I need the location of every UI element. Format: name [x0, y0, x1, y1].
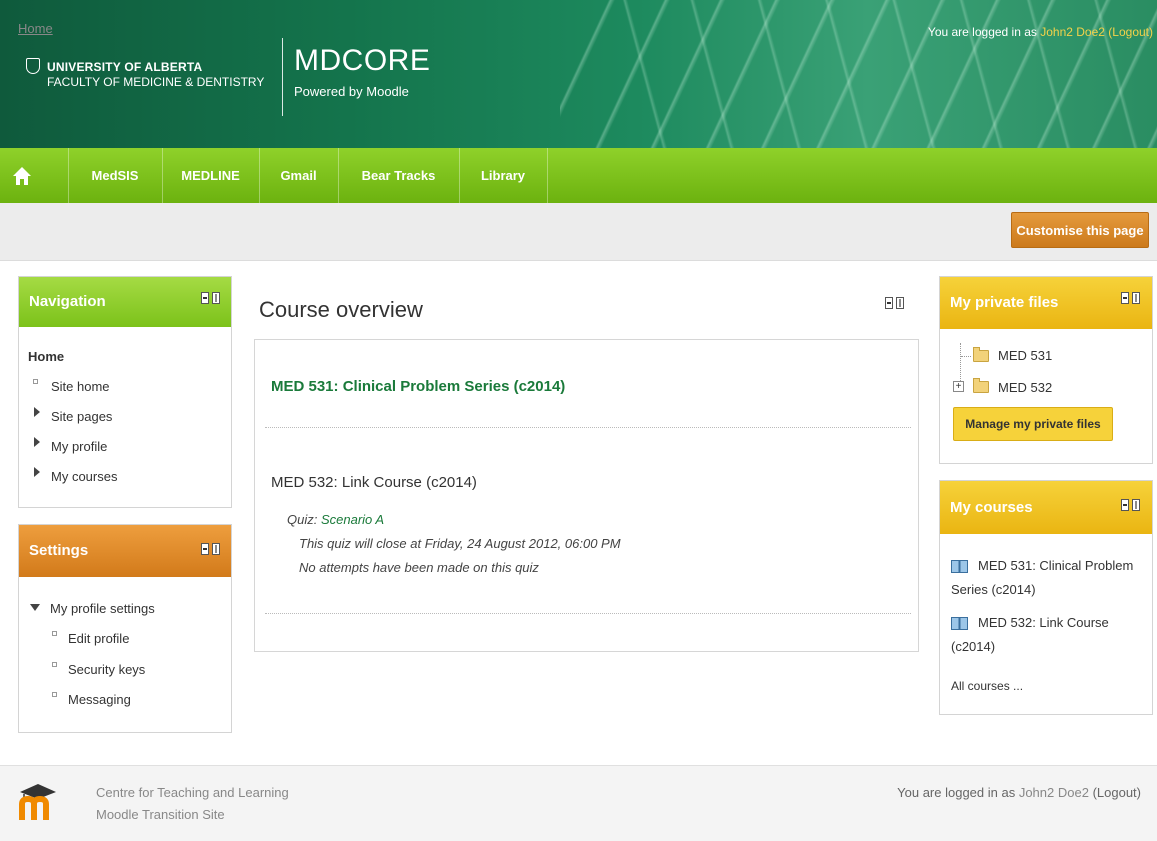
my-profile-settings[interactable]: My profile settings — [50, 601, 155, 616]
custom-menu-bar: MedSIS MEDLINE Gmail Bear Tracks Library — [0, 148, 1157, 203]
collapse-arrow-icon[interactable] — [30, 604, 40, 611]
settings-dock-icon[interactable] — [201, 543, 221, 555]
bullet-icon — [52, 692, 57, 697]
quiz-label: Quiz: — [287, 512, 321, 527]
quiz-attempts-info: No attempts have been made on this quiz — [299, 560, 539, 575]
course-overview-title: Course overview — [259, 297, 423, 322]
messaging-link[interactable]: Messaging — [68, 692, 131, 707]
course-separator — [265, 613, 911, 614]
expand-plus-icon[interactable]: + — [953, 381, 964, 392]
header-divider — [282, 38, 283, 116]
nav-home-link[interactable]: Home — [28, 349, 64, 364]
home-icon — [13, 167, 31, 185]
expand-arrow-icon[interactable] — [34, 467, 40, 477]
user-profile-link[interactable]: John2 Doe2 — [1040, 25, 1105, 39]
login-info-header: You are logged in as John2 Doe2 (Logout) — [928, 25, 1153, 39]
nav-item-medline[interactable]: MEDLINE — [162, 148, 260, 203]
nav-site-home-link[interactable]: Site home — [51, 379, 110, 394]
site-subtitle: Powered by Moodle — [294, 84, 409, 99]
faculty-name: FACULTY OF MEDICINE & DENTISTRY — [47, 75, 265, 89]
nav-item-library[interactable]: Library — [459, 148, 548, 203]
folder-icon — [973, 347, 989, 362]
breadcrumb-home-link[interactable]: Home — [18, 21, 53, 36]
moodle-logo-icon[interactable] — [16, 782, 68, 822]
course-link-med531[interactable]: MED 531: Clinical Problem Series (c2014) — [271, 378, 565, 395]
course-book-icon — [951, 617, 968, 630]
site-title[interactable]: MDCORE — [294, 44, 430, 78]
footer-login-prefix: You are logged in as — [897, 785, 1019, 800]
nav-my-profile[interactable]: My profile — [51, 439, 107, 454]
course-overview-dock-icon[interactable] — [885, 297, 905, 309]
footer-logout-link[interactable]: (Logout) — [1093, 785, 1141, 800]
logout-link[interactable]: (Logout) — [1108, 25, 1153, 39]
quiz-link-scenario-a[interactable]: Scenario A — [321, 512, 384, 527]
folder-med531[interactable]: MED 531 — [998, 348, 1052, 363]
edit-profile-link[interactable]: Edit profile — [68, 631, 129, 646]
bullet-icon — [52, 631, 57, 636]
breadcrumb-bar — [0, 203, 1157, 261]
footer-site-name: Moodle Transition Site — [96, 807, 225, 822]
quiz-entry: Quiz: Scenario A — [287, 512, 384, 527]
course-link-med532[interactable]: MED 532: Link Course (c2014) — [271, 474, 477, 491]
header-building-graphic-overlay — [600, 0, 1157, 148]
tree-line — [961, 356, 971, 357]
nav-item-medsis[interactable]: MedSIS — [68, 148, 163, 203]
nav-site-pages[interactable]: Site pages — [51, 409, 112, 424]
manage-private-files-button[interactable]: Manage my private files — [953, 407, 1113, 441]
page-footer — [0, 765, 1157, 841]
university-crest-icon — [26, 58, 40, 74]
my-courses-med532-link-cont[interactable]: (c2014) — [951, 639, 995, 654]
navigation-dock-icon[interactable] — [201, 292, 221, 304]
bullet-icon — [52, 662, 57, 667]
settings-block-title: Settings — [19, 525, 231, 577]
login-prefix: You are logged in as — [927, 25, 1041, 39]
folder-icon — [973, 378, 989, 393]
nav-item-bear-tracks[interactable]: Bear Tracks — [338, 148, 460, 203]
my-courses-med532-link[interactable]: MED 532: Link Course — [978, 615, 1109, 630]
university-name: UNIVERSITY OF ALBERTA — [47, 60, 203, 74]
site-header — [0, 0, 1157, 148]
my-courses-med531-link-cont[interactable]: Series (c2014) — [951, 582, 1036, 597]
bullet-icon — [33, 379, 38, 384]
my-courses-med531-link[interactable]: MED 531: Clinical Problem — [978, 558, 1133, 573]
nav-item-gmail[interactable]: Gmail — [259, 148, 339, 203]
course-book-icon — [951, 560, 968, 573]
my-courses-dock-icon[interactable] — [1121, 499, 1141, 511]
navigation-block-title: Navigation — [19, 277, 231, 327]
footer-centre-name: Centre for Teaching and Learning — [96, 785, 289, 800]
home-nav-button[interactable] — [0, 148, 69, 203]
expand-arrow-icon[interactable] — [34, 407, 40, 417]
course-separator — [265, 427, 911, 428]
footer-user-profile-link[interactable]: John2 Doe2 — [1019, 785, 1089, 800]
login-info-footer: You are logged in as John2 Doe2 (Logout) — [897, 785, 1141, 800]
quiz-close-date: This quiz will close at Friday, 24 Augus… — [299, 536, 621, 551]
security-keys-link[interactable]: Security keys — [68, 662, 145, 677]
customise-page-button[interactable]: Customise this page — [1011, 212, 1149, 248]
all-courses-link[interactable]: All courses ... — [951, 679, 1023, 693]
folder-med532[interactable]: MED 532 — [998, 380, 1052, 395]
nav-my-courses[interactable]: My courses — [51, 469, 117, 484]
private-files-dock-icon[interactable] — [1121, 292, 1141, 304]
expand-arrow-icon[interactable] — [34, 437, 40, 447]
